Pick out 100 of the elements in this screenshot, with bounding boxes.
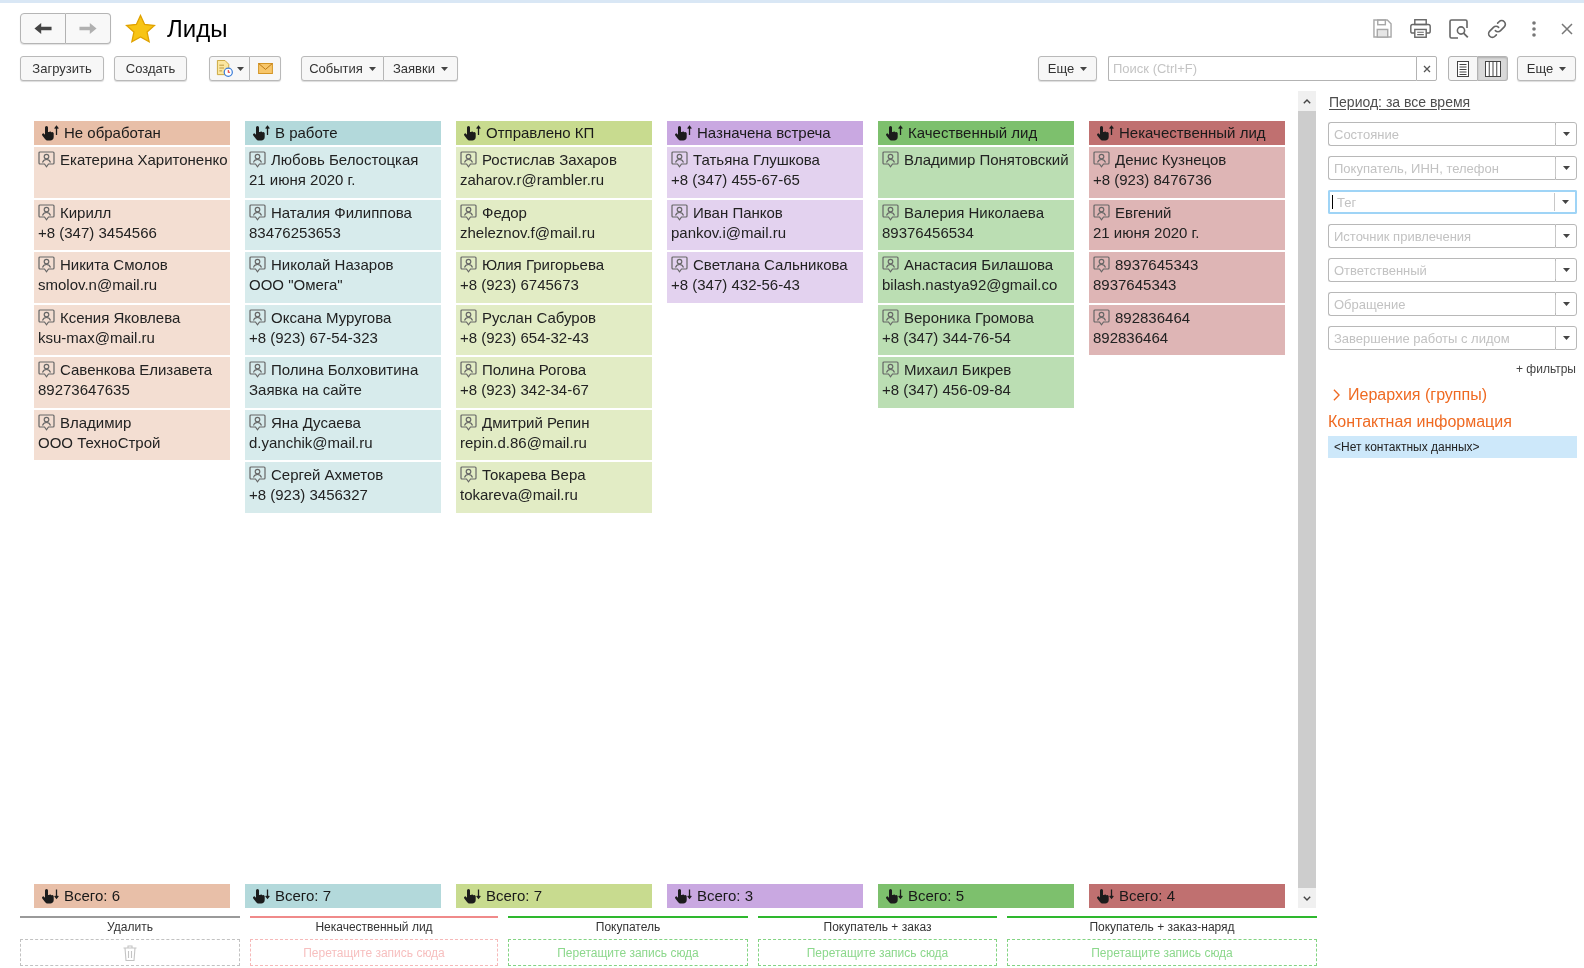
drop-hint: Перетащите запись сюда <box>557 944 699 962</box>
view-mode-button[interactable] <box>1448 56 1478 81</box>
lead-card[interactable]: Юлия Григорьева +8 (923) 6745673 <box>456 252 652 303</box>
link-button[interactable] <box>1487 18 1507 39</box>
email-button[interactable] <box>250 56 281 81</box>
close-icon <box>1561 22 1573 35</box>
lead-card[interactable]: Кирилл +8 (347) 3454566 <box>34 199 230 250</box>
lead-card[interactable]: Светлана Сальникова +8 (347) 432-56-43 <box>667 252 863 303</box>
menu-button[interactable]: События <box>301 56 384 81</box>
view-mode-button[interactable] <box>1478 56 1508 81</box>
contact-card-icon <box>671 203 688 221</box>
lead-name: Валерия Николаева <box>904 202 1044 223</box>
contact-card-icon <box>460 308 477 326</box>
dropdown-button[interactable] <box>1555 224 1577 248</box>
lead-card[interactable]: Никита Смолов smolov.n@mail.ru <box>34 252 230 303</box>
drag-hand-icon <box>462 125 481 141</box>
more-button[interactable]: Еще <box>1517 56 1576 81</box>
chevron-up-icon <box>1303 98 1311 104</box>
search-field[interactable]: Поиск (Ctrl+F) <box>1108 56 1416 81</box>
lead-card[interactable]: Владимир ООО ТехноСтрой <box>34 409 230 460</box>
lead-card[interactable]: Любовь Белостоцкая 21 июня 2020 г. <box>245 147 441 198</box>
add-filters-link[interactable]: + фильтры <box>1515 361 1576 377</box>
print-form-button[interactable] <box>209 56 250 81</box>
lead-detail: bilash.nastya92@gmail.co <box>882 275 1058 295</box>
lead-card[interactable]: Ксения Яковлева ksu-max@mail.ru <box>34 304 230 355</box>
lead-name: Федор <box>482 202 527 223</box>
caret-icon <box>368 66 376 71</box>
lead-card[interactable]: Денис Кузнецов +8 (923) 8476736 <box>1089 147 1285 198</box>
lead-name: Ксения Яковлева <box>60 307 181 328</box>
lead-card[interactable]: Дмитрий Репин repin.d.86@mail.ru <box>456 409 652 460</box>
period-link[interactable]: Период: за все время <box>1329 93 1471 111</box>
lead-card[interactable]: Оксана Муругова +8 (923) 67-54-323 <box>245 304 441 355</box>
dropdown-button[interactable] <box>1555 122 1577 146</box>
lead-card[interactable]: Савенкова Елизавета 89273647635 <box>34 357 230 408</box>
dropdown-button[interactable] <box>1555 156 1577 180</box>
more-button[interactable]: Еще <box>1038 56 1097 81</box>
dropdown-button[interactable] <box>1555 258 1577 282</box>
more-icon <box>1532 20 1536 37</box>
lead-detail: ООО "Омега" <box>249 275 343 295</box>
lead-card[interactable]: Руслан Сабуров +8 (923) 654-32-43 <box>456 304 652 355</box>
lead-card[interactable]: Полина Рогова +8 (923) 342-34-67 <box>456 357 652 408</box>
clear-search-button[interactable] <box>1416 56 1437 81</box>
printer-button[interactable] <box>1410 19 1431 38</box>
lead-card[interactable]: 8937645343 8937645343 <box>1089 252 1285 303</box>
filter-field[interactable]: Состояние <box>1328 122 1555 146</box>
lead-detail: +8 (347) 3454566 <box>38 222 157 243</box>
filter-field[interactable]: Обращение <box>1328 292 1555 316</box>
lead-card[interactable]: Михаил Бикрев +8 (347) 456-09-84 <box>878 357 1074 408</box>
contact-card-icon <box>249 203 266 221</box>
section-title: Контактная информация <box>1328 412 1513 432</box>
lead-name: Светлана Сальникова <box>693 255 848 275</box>
lead-card[interactable]: Сергей Ахметов +8 (923) 3456327 <box>245 462 441 513</box>
lead-detail: zheleznov.f@mail.ru <box>460 222 595 243</box>
filter-field[interactable]: Ответственный <box>1328 258 1555 282</box>
lead-card[interactable]: Полина Болховитина Заявка на сайте <box>245 357 441 408</box>
lead-card[interactable]: Яна Дусаева d.yanchik@mail.ru <box>245 409 441 460</box>
dropdown-button[interactable] <box>1555 326 1577 350</box>
lead-card[interactable]: Токарева Вера tokareva@mail.ru <box>456 462 652 513</box>
close-button[interactable] <box>1561 22 1573 35</box>
filter-field[interactable]: Источник привлечения <box>1328 224 1555 248</box>
lead-detail: ksu-max@mail.ru <box>38 327 155 348</box>
lead-name: Савенкова Елизавета <box>60 360 213 380</box>
dropdown-button[interactable] <box>1555 292 1577 316</box>
menu-button[interactable]: Заявки <box>384 56 458 81</box>
lead-card[interactable]: Николай Назаров ООО "Омега" <box>245 252 441 303</box>
back-button[interactable] <box>20 13 66 44</box>
lead-name: Денис Кузнецов <box>1115 150 1227 170</box>
lead-detail: +8 (923) 8476736 <box>1093 170 1212 190</box>
toolbar-button[interactable]: Загрузить <box>20 56 104 81</box>
lead-card[interactable]: Екатерина Харитоненко <box>34 147 230 198</box>
lead-card[interactable]: Евгений 21 июня 2020 г. <box>1089 199 1285 250</box>
lead-detail: 8937645343 <box>1093 275 1177 295</box>
lead-card[interactable]: Валерия Николаева 89376456534 <box>878 199 1074 250</box>
filter-field[interactable]: Завершение работы с лидом <box>1328 326 1555 350</box>
lead-card[interactable]: 892836464 892836464 <box>1089 304 1285 355</box>
filter-field[interactable]: Покупатель, ИНН, телефон <box>1328 156 1555 180</box>
lead-name: Любовь Белостоцкая <box>271 150 419 170</box>
toolbar-button[interactable]: Создать <box>114 56 187 81</box>
contact-card-icon <box>882 151 899 168</box>
contact-card-icon <box>38 308 55 326</box>
lead-card[interactable]: Анастасия Билашова bilash.nastya92@gmail.co <box>878 252 1074 303</box>
column-title: Качественный лид <box>908 122 1038 143</box>
lead-detail: d.yanchik@mail.ru <box>249 432 373 453</box>
drag-hand-icon <box>40 888 59 904</box>
drag-hand-icon <box>884 125 903 141</box>
lead-card[interactable]: Наталия Филиппова 83476253653 <box>245 199 441 250</box>
lead-card[interactable]: Федор zheleznov.f@mail.ru <box>456 199 652 250</box>
lead-card[interactable]: Вероника Громова +8 (347) 344-76-54 <box>878 304 1074 355</box>
caret-icon <box>236 66 244 71</box>
contact-card-icon <box>460 256 477 273</box>
column-total: Всего: 3 <box>697 885 753 906</box>
lead-card[interactable]: Иван Панков pankov.i@mail.ru <box>667 199 863 250</box>
contact-card-icon <box>1093 308 1110 326</box>
document-search-button[interactable] <box>1449 18 1469 39</box>
lead-card[interactable]: Татьяна Глушкова +8 (347) 455-67-65 <box>667 147 863 198</box>
lead-card[interactable]: Владимир Понятовский <box>878 147 1074 198</box>
lead-detail: +8 (923) 654-32-43 <box>460 327 589 348</box>
contact-card-icon <box>249 413 266 431</box>
contact-card-icon <box>249 151 266 168</box>
lead-card[interactable]: Ростислав Захаров zaharov.r@rambler.ru <box>456 147 652 198</box>
